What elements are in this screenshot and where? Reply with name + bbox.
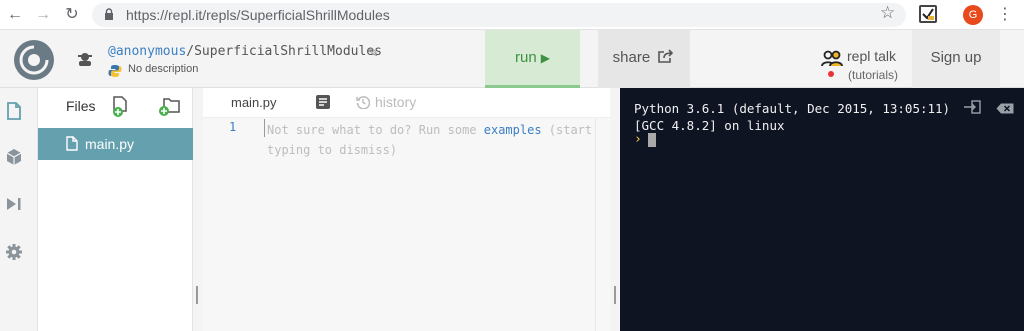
files-pane: Files main.py bbox=[38, 88, 193, 331]
clear-console-icon[interactable] bbox=[996, 103, 1014, 114]
exit-console-icon[interactable] bbox=[963, 100, 981, 114]
package-icon[interactable] bbox=[5, 148, 23, 166]
settings-icon[interactable] bbox=[5, 243, 23, 261]
star-icon[interactable]: ☆ bbox=[880, 3, 895, 23]
repl-description: No description bbox=[128, 63, 199, 75]
console-cursor bbox=[648, 133, 656, 147]
anonymous-user-icon bbox=[78, 53, 92, 66]
browser-toolbar: ← → ↻ https://repl.it/repls/SuperficialS… bbox=[0, 0, 1024, 30]
username-link[interactable]: @anonymous bbox=[108, 44, 186, 59]
files-title: Files bbox=[66, 98, 96, 114]
right-pane-splitter[interactable] bbox=[610, 88, 620, 331]
reload-icon[interactable]: ↻ bbox=[61, 4, 83, 26]
share-label: share bbox=[612, 49, 651, 66]
profile-avatar[interactable]: G bbox=[963, 5, 983, 25]
sign-up-button[interactable]: Sign up bbox=[912, 30, 1000, 88]
repl-path: @anonymous/SuperficialShrillModules bbox=[108, 44, 382, 59]
editor-placeholder: Not sure what to do? Run some examples (… bbox=[267, 120, 602, 160]
console-prompt: › bbox=[634, 132, 642, 147]
play-icon: ▶ bbox=[540, 51, 550, 65]
text-cursor bbox=[264, 119, 265, 137]
editor-tabbar: main.py history bbox=[203, 88, 610, 118]
python-icon bbox=[108, 65, 122, 77]
splitter-grip[interactable] bbox=[614, 286, 616, 304]
add-folder-icon[interactable] bbox=[158, 97, 180, 117]
console-output: Python 3.6.1 (default, Dec 2015, 13:05:1… bbox=[634, 100, 950, 134]
notification-dot bbox=[828, 71, 834, 77]
code-editor[interactable]: main.py history 1 Not sure what to do? R… bbox=[203, 88, 610, 331]
app-header: @anonymous/SuperficialShrillModules ✎ No… bbox=[0, 30, 1024, 88]
left-pane-splitter[interactable] bbox=[193, 88, 203, 331]
examples-link[interactable]: examples bbox=[484, 123, 542, 137]
forward-arrow-icon[interactable]: → bbox=[32, 4, 54, 26]
run-label: run bbox=[515, 49, 537, 66]
url-text: https://repl.it/repls/SuperficialShrillM… bbox=[126, 7, 390, 23]
history-icon bbox=[356, 96, 370, 109]
left-rail bbox=[0, 88, 38, 331]
repl-talk-icon[interactable] bbox=[821, 50, 843, 68]
line-number: 1 bbox=[229, 120, 237, 134]
tutorials-link[interactable]: (tutorials) bbox=[848, 68, 898, 82]
back-arrow-icon[interactable]: ← bbox=[4, 4, 26, 26]
run-button[interactable]: run ▶ bbox=[485, 30, 580, 88]
share-icon bbox=[658, 49, 674, 63]
splitter-grip[interactable] bbox=[196, 286, 198, 304]
add-file-icon[interactable] bbox=[112, 96, 130, 118]
lock-icon bbox=[105, 8, 113, 20]
placeholder-text: Not sure what to do? Run some bbox=[267, 123, 484, 137]
share-button[interactable]: share bbox=[598, 30, 690, 88]
repl-talk-link[interactable]: repl talk bbox=[847, 48, 896, 64]
console-line: Python 3.6.1 (default, Dec 2015, 13:05:1… bbox=[634, 101, 951, 116]
debugger-icon[interactable] bbox=[5, 195, 23, 213]
tab-history[interactable]: history bbox=[375, 94, 416, 110]
address-bar[interactable]: https://repl.it/repls/SuperficialShrillM… bbox=[92, 3, 906, 27]
repl-name[interactable]: SuperficialShrillModules bbox=[194, 44, 382, 59]
document-icon[interactable] bbox=[315, 94, 331, 110]
tab-main-py[interactable]: main.py bbox=[231, 95, 277, 110]
extension-icon[interactable] bbox=[919, 5, 937, 23]
file-item-label: main.py bbox=[85, 136, 135, 152]
file-item-main-py[interactable]: main.py bbox=[38, 128, 193, 160]
print-margin bbox=[595, 118, 596, 331]
file-icon bbox=[66, 136, 78, 151]
console-line: [GCC 4.8.2] on linux bbox=[634, 118, 785, 133]
file-icon[interactable] bbox=[5, 102, 23, 120]
path-separator: / bbox=[186, 44, 195, 59]
pencil-icon[interactable]: ✎ bbox=[368, 45, 379, 61]
kebab-menu-icon[interactable]: ⋮ bbox=[997, 5, 1013, 25]
repl-logo-icon[interactable] bbox=[13, 39, 55, 81]
console[interactable]: Python 3.6.1 (default, Dec 2015, 13:05:1… bbox=[620, 88, 1024, 331]
